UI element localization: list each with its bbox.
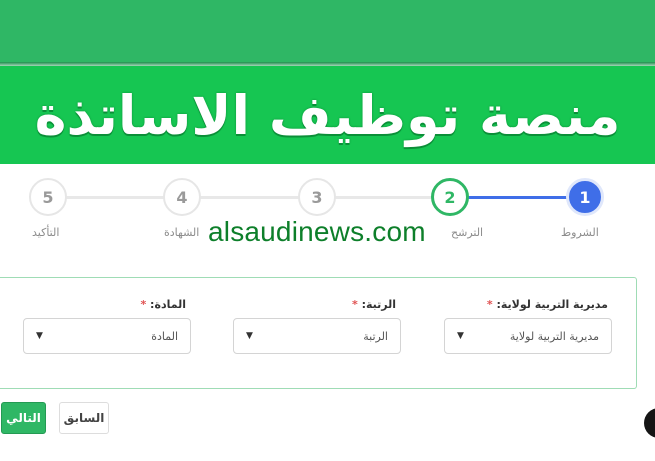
subject-label: المادة: *: [140, 298, 186, 311]
step-2-label: الترشح: [451, 226, 484, 239]
directorate-select-value: مديرية التربية لولاية: [509, 329, 599, 343]
required-mark: *: [140, 298, 147, 311]
watermark-text: alsaudinews.com: [208, 216, 426, 247]
chevron-down-icon: ▼: [457, 331, 464, 341]
required-mark: *: [486, 298, 493, 311]
step-connector-completed: [468, 196, 568, 199]
subject-label-text: المادة:: [150, 298, 186, 311]
required-mark: *: [351, 298, 358, 311]
subject-select[interactable]: ▼ المادة: [23, 318, 191, 354]
step-1-number: 1: [579, 187, 591, 207]
directorate-label: مديرية التربية لولاية: *: [487, 298, 608, 311]
rank-label: الرتبة: *: [352, 298, 396, 311]
step-4[interactable]: 4: [163, 178, 201, 216]
chevron-down-icon: ▼: [36, 331, 43, 341]
candidacy-form-card: مديرية التربية لولاية: * ▼ مديرية التربي…: [0, 277, 637, 389]
page-title: منصة توظيف الاساتذة: [34, 83, 621, 147]
subject-select-value: المادة: [151, 329, 178, 343]
step-2-number: 2: [444, 187, 456, 207]
step-3[interactable]: 3: [298, 178, 336, 216]
previous-button[interactable]: السابق: [59, 402, 109, 434]
step-5-number: 5: [42, 187, 54, 207]
step-3-number: 3: [311, 187, 323, 207]
step-1[interactable]: 1: [566, 178, 604, 216]
step-1-label: الشروط: [561, 226, 599, 239]
rank-select[interactable]: ▼ الرتبة: [233, 318, 401, 354]
rank-label-text: الرتبة:: [361, 298, 396, 311]
step-4-label: الشهادة: [164, 226, 200, 239]
top-header-strip: [0, 0, 655, 62]
rank-select-value: الرتبة: [363, 329, 388, 343]
step-2[interactable]: 2: [431, 178, 469, 216]
directorate-label-text: مديرية التربية لولاية:: [496, 298, 608, 311]
next-button[interactable]: التالي: [1, 402, 46, 434]
step-connector-pending: [66, 196, 432, 199]
step-5-label: التأكيد: [32, 226, 60, 239]
banner: منصة توظيف الاساتذة: [0, 66, 655, 164]
directorate-select[interactable]: ▼ مديرية التربية لولاية: [444, 318, 612, 354]
chevron-down-icon: ▼: [246, 331, 253, 341]
step-4-number: 4: [176, 187, 188, 207]
corner-overlay: [644, 408, 655, 438]
step-5[interactable]: 5: [29, 178, 67, 216]
